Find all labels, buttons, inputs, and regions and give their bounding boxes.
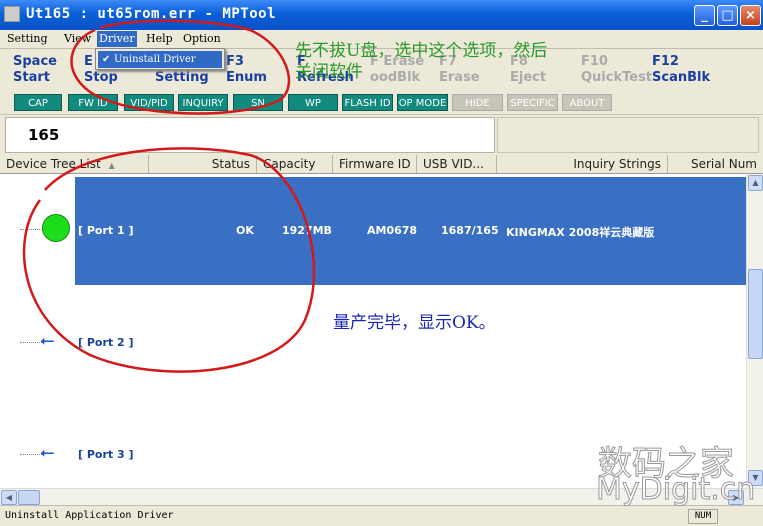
uninstall-driver-menu-item[interactable]: ✔ Uninstall Driver bbox=[98, 51, 222, 68]
list-header: Device Tree List ▲ Status Capacity Firmwa… bbox=[0, 155, 763, 174]
driver-dropdown-menu: ✔ Uninstall Driver bbox=[95, 48, 225, 70]
status-bar: Uninstall Application Driver NUM bbox=[0, 505, 763, 526]
minimize-button[interactable]: _ bbox=[694, 5, 715, 26]
col-usb-vid[interactable]: USB VID... bbox=[417, 155, 497, 173]
info-button-row: CAP FW ID VID/PID INQUIRY SN WP FLASH ID… bbox=[0, 91, 763, 126]
scroll-thumb[interactable] bbox=[748, 269, 763, 359]
wp-button[interactable]: WP bbox=[288, 94, 338, 111]
col-device-tree[interactable]: Device Tree List ▲ bbox=[0, 155, 149, 173]
scroll-left-icon[interactable]: ◀ bbox=[1, 490, 17, 505]
menu-option[interactable]: Option bbox=[183, 32, 221, 45]
count-panel: 165 bbox=[0, 115, 763, 155]
enum-button[interactable]: F3 Enum bbox=[226, 54, 267, 86]
status-text: Uninstall Application Driver bbox=[5, 510, 174, 521]
menu-view[interactable]: View bbox=[64, 32, 91, 45]
check-icon: ✔ bbox=[102, 54, 111, 65]
col-firmware-id[interactable]: Firmware ID bbox=[333, 155, 417, 173]
specific-button[interactable]: SPECIFIC bbox=[507, 94, 558, 111]
usb-icon: ⭠ bbox=[40, 442, 55, 463]
tree-line bbox=[20, 342, 42, 343]
info-box bbox=[497, 117, 759, 153]
vertical-scrollbar[interactable]: ▲ ▼ bbox=[746, 174, 763, 488]
num-lock-indicator: NUM bbox=[688, 509, 718, 524]
sort-asc-icon: ▲ bbox=[108, 161, 115, 170]
start-button[interactable]: Space Start bbox=[13, 54, 57, 86]
cap-button[interactable]: CAP bbox=[14, 94, 62, 111]
tree-line bbox=[20, 454, 42, 455]
scroll-up-icon[interactable]: ▲ bbox=[748, 175, 763, 191]
col-capacity[interactable]: Capacity bbox=[257, 155, 333, 173]
count-box: 165 bbox=[5, 117, 495, 153]
status-ok-dot-icon bbox=[42, 214, 70, 242]
col-inquiry-strings[interactable]: Inquiry Strings bbox=[497, 155, 668, 173]
port-1-capacity: 1927MB bbox=[282, 224, 332, 237]
watermark-site: MyDigit.cn bbox=[595, 472, 756, 508]
hscroll-thumb[interactable] bbox=[18, 490, 40, 505]
tree-line bbox=[20, 229, 42, 230]
fwid-button[interactable]: FW ID bbox=[68, 94, 118, 111]
maximize-button[interactable]: □ bbox=[717, 5, 738, 26]
annotation-result: 量产完毕，显示OK。 bbox=[333, 313, 496, 333]
about-button[interactable]: ABOUT bbox=[562, 94, 612, 111]
opmode-button[interactable]: OP MODE bbox=[397, 94, 448, 111]
port-2-label[interactable]: [ Port 2 ] bbox=[78, 336, 134, 349]
title-bar: Ut165 : ut65rom.err - MPTool _ □ × bbox=[0, 0, 763, 30]
flashid-button[interactable]: FLASH ID bbox=[342, 94, 393, 111]
scanblk-button[interactable]: F12 ScanBlk bbox=[652, 54, 710, 86]
col-status[interactable]: Status bbox=[149, 155, 257, 173]
hideinfo-button[interactable]: HIDE INFO bbox=[452, 94, 503, 126]
inquiry-button[interactable]: INQUIRY bbox=[178, 94, 228, 111]
menu-help[interactable]: Help bbox=[146, 32, 173, 45]
port-1-usbvid: 1687/165 bbox=[441, 224, 499, 237]
window-title: Ut165 : ut65rom.err - MPTool bbox=[26, 6, 277, 22]
annotation-instruction: 先不拔U盘，选中这个选项，然后 关闭软件 bbox=[295, 41, 548, 82]
close-button[interactable]: × bbox=[740, 5, 761, 26]
port-3-label[interactable]: [ Port 3 ] bbox=[78, 448, 134, 461]
port-1-firmware: AM0678 bbox=[367, 224, 418, 237]
menu-setting[interactable]: Setting bbox=[7, 32, 48, 45]
vidpid-button[interactable]: VID/PID bbox=[124, 94, 174, 111]
port-1-inquiry: KINGMAX 2008祥云典藏版 bbox=[506, 226, 655, 239]
port-1-status: OK bbox=[236, 224, 254, 237]
device-count: 165 bbox=[28, 126, 60, 144]
usb-icon: ⭠ bbox=[40, 330, 55, 351]
app-icon bbox=[4, 6, 20, 22]
menu-driver[interactable]: Driver bbox=[97, 31, 137, 47]
sn-button[interactable]: SN bbox=[233, 94, 283, 111]
port-1-label: [ Port 1 ] bbox=[78, 224, 134, 237]
col-serial-num[interactable]: Serial Num bbox=[668, 155, 763, 173]
